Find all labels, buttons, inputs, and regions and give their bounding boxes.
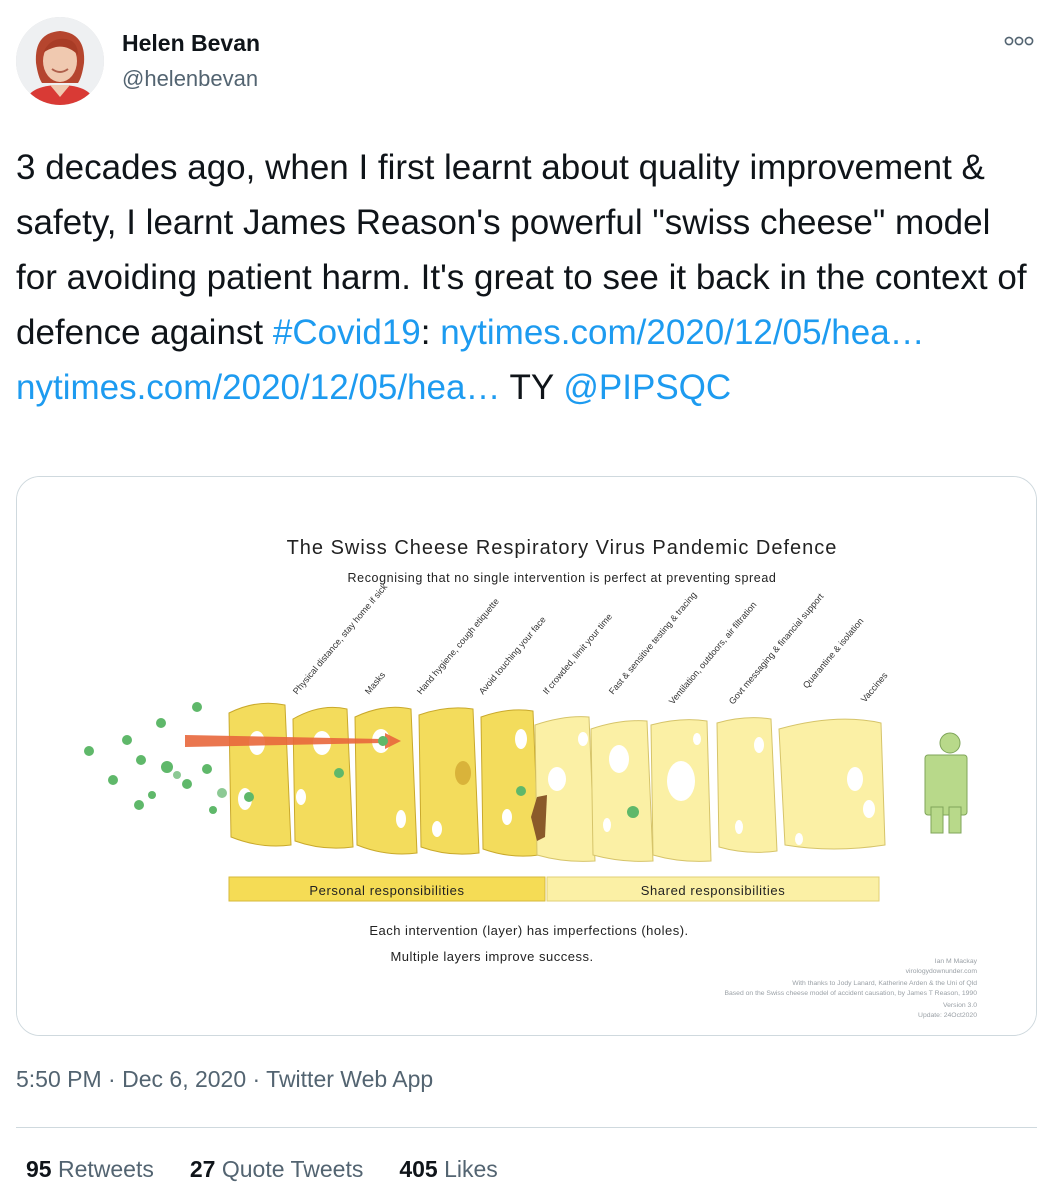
caption-1: Each intervention (layer) has imperfecti… (369, 923, 688, 938)
avatar-image (16, 17, 104, 105)
credit-4: Based on the Swiss cheese model of accid… (724, 990, 977, 997)
hashtag-link[interactable]: #Covid19 (273, 313, 421, 352)
media-card[interactable]: The Swiss Cheese Respiratory Virus Pande… (16, 476, 1037, 1036)
retweets-label: Retweets (57, 1156, 154, 1182)
quote-tweets-stat[interactable]: 27 Quote Tweets (190, 1156, 363, 1183)
more-horizontal-icon (1004, 36, 1034, 46)
quote-tweets-count: 27 (189, 1156, 216, 1182)
tweet-ty: TY (500, 368, 564, 407)
likes-label: Likes (444, 1156, 498, 1182)
url-link-2[interactable]: nytimes.com/2020/12/05/hea… (16, 368, 500, 407)
illustration-subtitle: Recognising that no single intervention … (348, 571, 777, 585)
cheese-layer-4 (418, 707, 480, 855)
swiss-cheese-illustration: The Swiss Cheese Respiratory Virus Pande… (17, 477, 1036, 1035)
divider (16, 1127, 1037, 1128)
cheese-layer-3 (354, 706, 418, 855)
more-button[interactable] (1002, 28, 1036, 54)
tweet-stats: 95 Retweets 27 Quote Tweets 405 Likes (26, 1156, 498, 1183)
caption-2: Multiple layers improve success. (390, 949, 593, 964)
cheese-layer-10 (778, 718, 886, 850)
retweets-count: 95 (26, 1156, 52, 1182)
cheese-layer-8 (650, 719, 712, 862)
mention-link[interactable]: @PIPSQC (563, 368, 731, 407)
tweet-colon: : (420, 313, 441, 352)
meta-separator: · (246, 1066, 267, 1092)
cheese-layer-9 (716, 717, 778, 853)
tweet-text: 3 decades ago, when I first learnt about… (16, 140, 1036, 415)
cheese-layer-7 (590, 720, 654, 862)
likes-count: 405 (399, 1156, 438, 1182)
author-name[interactable]: Helen Bevan (122, 30, 260, 57)
tweet: Helen Bevan @helenbevan 3 decades ago, w… (0, 0, 1044, 1184)
cheese-layer-2 (292, 706, 354, 849)
cheese-layer-1 (228, 702, 292, 847)
meta-separator: · (101, 1066, 123, 1092)
cheese-layers (228, 702, 886, 862)
credit-5: Version 3.0 (943, 1002, 977, 1009)
credit-3: With thanks to Jody Lanard, Katherine Ar… (792, 980, 977, 987)
credit-2: virologydownunder.com (906, 968, 978, 975)
avatar[interactable] (16, 17, 104, 105)
illustration-title: The Swiss Cheese Respiratory Virus Pande… (287, 537, 838, 559)
personal-label: Personal responsibilities (309, 883, 464, 898)
tweet-time[interactable]: 5:50 PM (16, 1066, 102, 1092)
tweet-date[interactable]: Dec 6, 2020 (122, 1066, 246, 1092)
cheese-layer-6 (534, 716, 596, 862)
quote-tweets-label: Quote Tweets (221, 1156, 364, 1182)
likes-stat[interactable]: 405 Likes (399, 1156, 497, 1183)
credit-1: Ian M Mackay (935, 958, 978, 965)
credit-6: Update: 24Oct2020 (918, 1012, 977, 1019)
retweets-stat[interactable]: 95 Retweets (26, 1156, 154, 1183)
shared-label: Shared responsibilities (641, 883, 786, 898)
url-link-1[interactable]: nytimes.com/2020/12/05/hea… (440, 313, 924, 352)
author-handle[interactable]: @helenbevan (122, 66, 258, 92)
tweet-meta: 5:50 PM · Dec 6, 2020 · Twitter Web App (16, 1066, 433, 1093)
cheese-layer-5 (480, 709, 540, 857)
tweet-source[interactable]: Twitter Web App (266, 1066, 433, 1092)
